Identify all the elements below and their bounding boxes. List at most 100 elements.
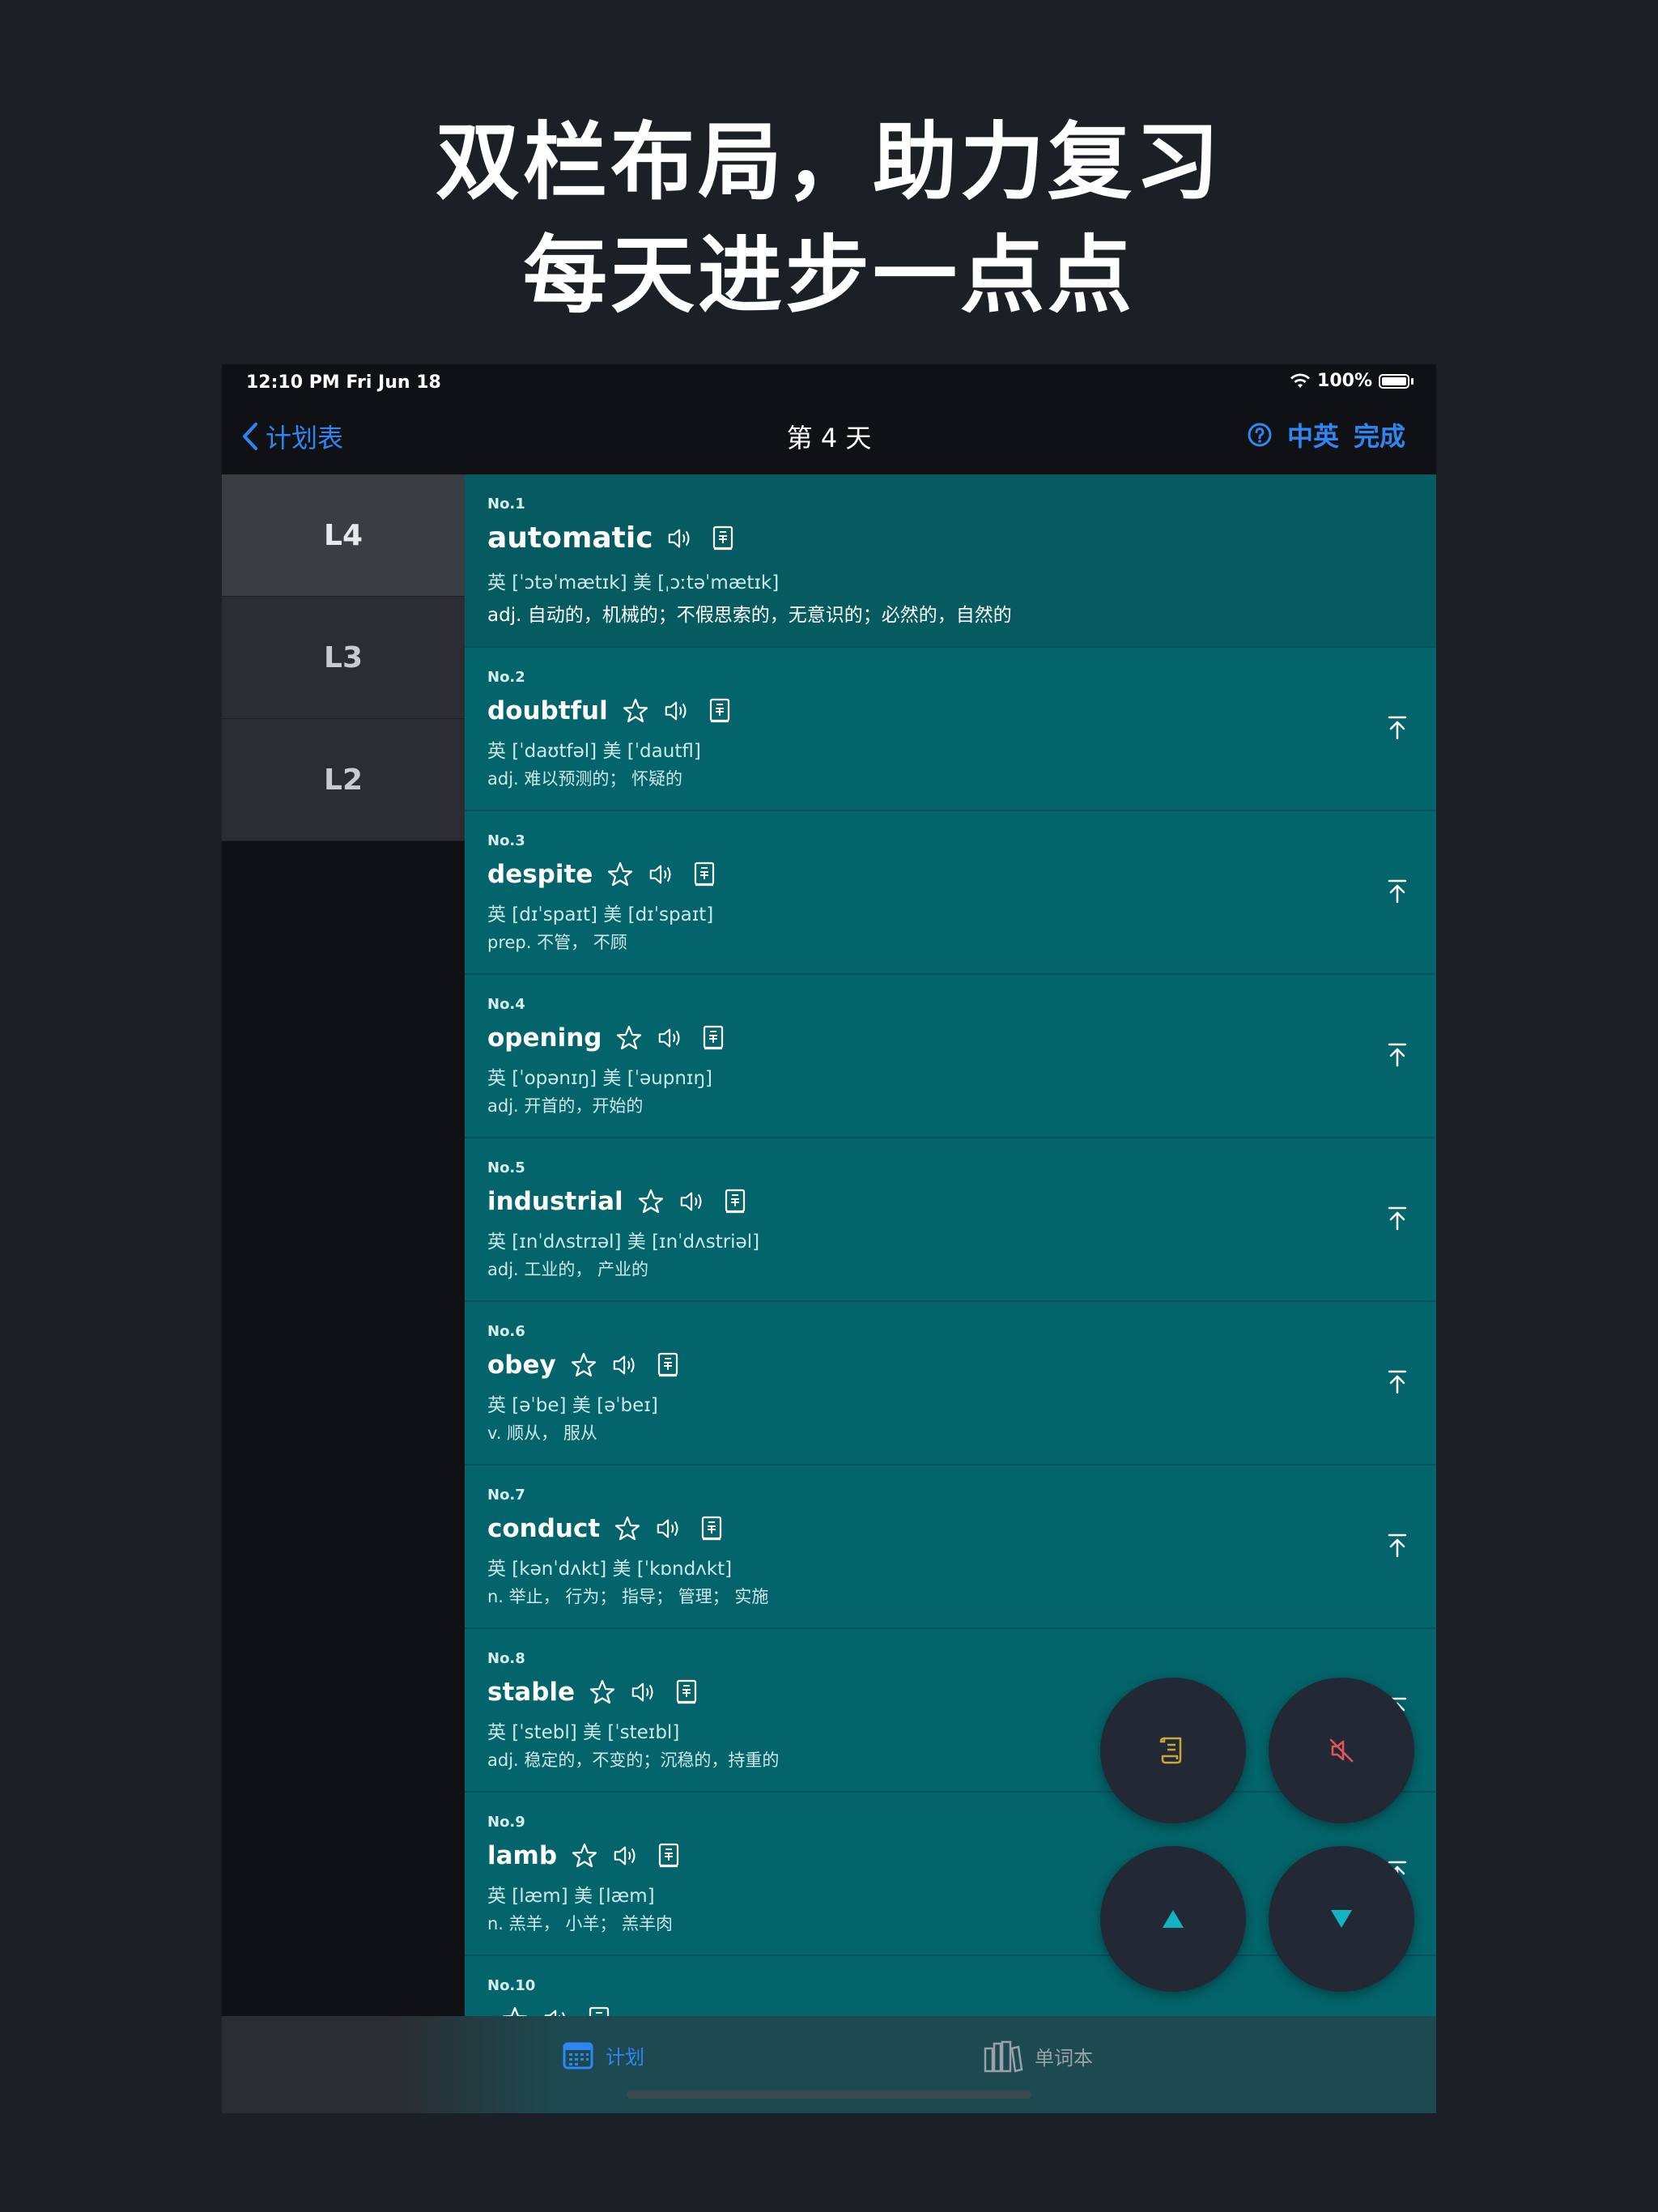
star-icon[interactable] xyxy=(569,1351,598,1380)
speaker-icon[interactable] xyxy=(655,1514,684,1543)
definition-text: adj. 难以预测的； 怀疑的 xyxy=(487,769,683,789)
note-icon xyxy=(1159,1737,1182,1764)
battery-icon xyxy=(1379,373,1409,389)
language-toggle[interactable]: 中英 xyxy=(1287,416,1339,453)
word-row[interactable]: No.6 obey 英 [əˈbe] 美 [əˈbeɪ] v. 顺从， 服从 xyxy=(465,1302,1436,1465)
phonetic-text: 英 [dɪˈspaɪt] 美 [dɪˈspaɪt] xyxy=(487,904,714,925)
books-icon xyxy=(984,2040,1023,2073)
word-number: No.3 xyxy=(487,832,525,849)
dictionary-icon[interactable] xyxy=(705,696,734,725)
star-icon[interactable] xyxy=(636,1187,665,1216)
word-number: No.8 xyxy=(487,1650,525,1667)
definition-text: prep. 不管， 不顾 xyxy=(487,933,627,952)
phonetic-text: 英 [əˈbe] 美 [əˈbeɪ] xyxy=(487,1395,658,1416)
next-button[interactable] xyxy=(1269,1846,1414,1992)
dictionary-icon[interactable] xyxy=(708,524,738,553)
star-icon[interactable] xyxy=(613,1514,642,1543)
phonetic-text: 英 [ɪnˈdʌstrɪəl] 美 [ɪnˈdʌstriəl] xyxy=(487,1231,760,1253)
speaker-icon[interactable] xyxy=(648,860,677,889)
word-row[interactable]: No.7 conduct 英 [kənˈdʌkt] 美 [ˈkɒndʌkt] n… xyxy=(465,1465,1436,1629)
pin-to-top-icon[interactable] xyxy=(1383,1367,1412,1396)
level-sidebar: L4 L3 L2 xyxy=(222,474,465,2060)
word-row[interactable]: No.5 industrial 英 [ɪnˈdʌstrɪəl] 美 [ɪnˈdʌ… xyxy=(465,1138,1436,1302)
wifi-icon xyxy=(1290,373,1311,388)
word-text: despite xyxy=(487,860,593,889)
word-text: conduct xyxy=(487,1514,601,1543)
dictionary-icon[interactable] xyxy=(721,1187,750,1216)
previous-button[interactable] xyxy=(1100,1846,1246,1992)
tab-plan-label: 计划 xyxy=(606,2045,644,2069)
done-button[interactable]: 完成 xyxy=(1354,416,1405,453)
word-line: despite xyxy=(487,860,719,889)
word-text: lamb xyxy=(487,1841,558,1870)
word-row[interactable]: No.4 opening 英 [ˈopənɪŋ] 美 [ˈəupnɪŋ] adj… xyxy=(465,975,1436,1138)
definition-text: n. 举止， 行为； 指导； 管理； 实施 xyxy=(487,1587,769,1606)
dictionary-icon[interactable] xyxy=(697,1514,726,1543)
word-row[interactable]: No.3 despite 英 [dɪˈspaɪt] 美 [dɪˈspaɪt] p… xyxy=(465,811,1436,975)
pin-to-top-icon[interactable] xyxy=(1383,1530,1412,1559)
star-icon[interactable] xyxy=(570,1841,599,1870)
speaker-icon[interactable] xyxy=(666,524,695,553)
headline: 双栏布局，助力复习 每天进步一点点 xyxy=(0,105,1658,332)
speaker-icon[interactable] xyxy=(612,1841,641,1870)
navigation-bar: 计划表 第 4 天 中英 完成 xyxy=(222,398,1436,474)
notes-button[interactable] xyxy=(1100,1678,1246,1823)
pin-to-top-icon[interactable] xyxy=(1383,876,1412,905)
definition-text: adj. 工业的， 产业的 xyxy=(487,1260,649,1279)
speaker-icon[interactable] xyxy=(678,1187,708,1216)
word-line: conduct xyxy=(487,1514,726,1543)
word-number: No.7 xyxy=(487,1487,525,1504)
nav-actions: 中英 完成 xyxy=(1247,416,1405,453)
star-icon[interactable] xyxy=(621,696,650,725)
phonetic-text: 英 [ˈɔtəˈmætɪk] 美 [ˌɔːtəˈmætɪk] xyxy=(487,572,780,593)
definition-text: adj. 开首的，开始的 xyxy=(487,1096,644,1116)
speaker-icon[interactable] xyxy=(657,1023,686,1053)
word-number: No.6 xyxy=(487,1323,525,1340)
tab-plan[interactable]: 计划 xyxy=(562,2039,644,2071)
phonetic-text: 英 [kənˈdʌkt] 美 [ˈkɒndʌkt] xyxy=(487,1559,733,1580)
word-number: No.5 xyxy=(487,1159,525,1176)
word-number: No.9 xyxy=(487,1814,525,1831)
sidebar-item-l4[interactable]: L4 xyxy=(222,474,465,597)
back-button[interactable]: 计划表 xyxy=(241,418,343,455)
help-icon[interactable] xyxy=(1247,422,1273,448)
definition-text: adj. 自动的，机械的；不假思索的，无意识的；必然的，自然的 xyxy=(487,605,1012,626)
dictionary-icon[interactable] xyxy=(654,1841,683,1870)
word-row[interactable]: No.1 automatic 英 [ˈɔtəˈmætɪk] 美 [ˌɔːtəˈm… xyxy=(465,474,1436,648)
word-text: opening xyxy=(487,1023,602,1053)
word-list: No.1 automatic 英 [ˈɔtəˈmætɪk] 美 [ˌɔːtəˈm… xyxy=(465,474,1436,2060)
pin-to-top-icon[interactable] xyxy=(1383,1040,1412,1069)
speaker-icon[interactable] xyxy=(611,1351,640,1380)
word-line: obey xyxy=(487,1351,682,1380)
ipad-screen: 12:10 PM Fri Jun 18 100% 计划表 第 4 天 中英 完成… xyxy=(222,364,1436,2113)
headline-line2: 每天进步一点点 xyxy=(522,226,1135,325)
word-row[interactable]: No.2 doubtful 英 [ˈdaʊtfəl] 美 [ˈdautfl] a… xyxy=(465,648,1436,811)
back-label: 计划表 xyxy=(266,423,344,453)
status-time: 12:10 PM Fri Jun 18 xyxy=(246,372,441,393)
word-text: industrial xyxy=(487,1187,623,1216)
dictionary-icon[interactable] xyxy=(690,860,719,889)
word-number: No.4 xyxy=(487,996,525,1013)
star-icon[interactable] xyxy=(614,1023,644,1053)
dictionary-icon[interactable] xyxy=(699,1023,728,1053)
sidebar-item-l2[interactable]: L2 xyxy=(222,719,465,841)
sidebar-item-l3[interactable]: L3 xyxy=(222,597,465,719)
dictionary-icon[interactable] xyxy=(672,1678,701,1707)
speaker-icon[interactable] xyxy=(663,696,692,725)
speaker-icon[interactable] xyxy=(630,1678,659,1707)
word-text: automatic xyxy=(487,521,653,555)
word-line: automatic xyxy=(487,521,738,555)
dictionary-icon[interactable] xyxy=(653,1351,682,1380)
word-line: industrial xyxy=(487,1187,750,1216)
tab-wordbook[interactable]: 单词本 xyxy=(983,2039,1093,2073)
phonetic-text: 英 [læm] 美 [læm] xyxy=(487,1886,655,1907)
pin-to-top-icon[interactable] xyxy=(1383,1203,1412,1232)
pin-to-top-icon[interactable] xyxy=(1383,713,1412,742)
battery-percent: 100% xyxy=(1317,371,1372,391)
mute-button[interactable] xyxy=(1269,1678,1414,1823)
star-icon[interactable] xyxy=(588,1678,617,1707)
headline-line1: 双栏布局，助力复习 xyxy=(435,113,1222,211)
word-line: stable xyxy=(487,1678,701,1707)
star-icon[interactable] xyxy=(606,860,635,889)
word-number: No.10 xyxy=(487,1977,536,1994)
